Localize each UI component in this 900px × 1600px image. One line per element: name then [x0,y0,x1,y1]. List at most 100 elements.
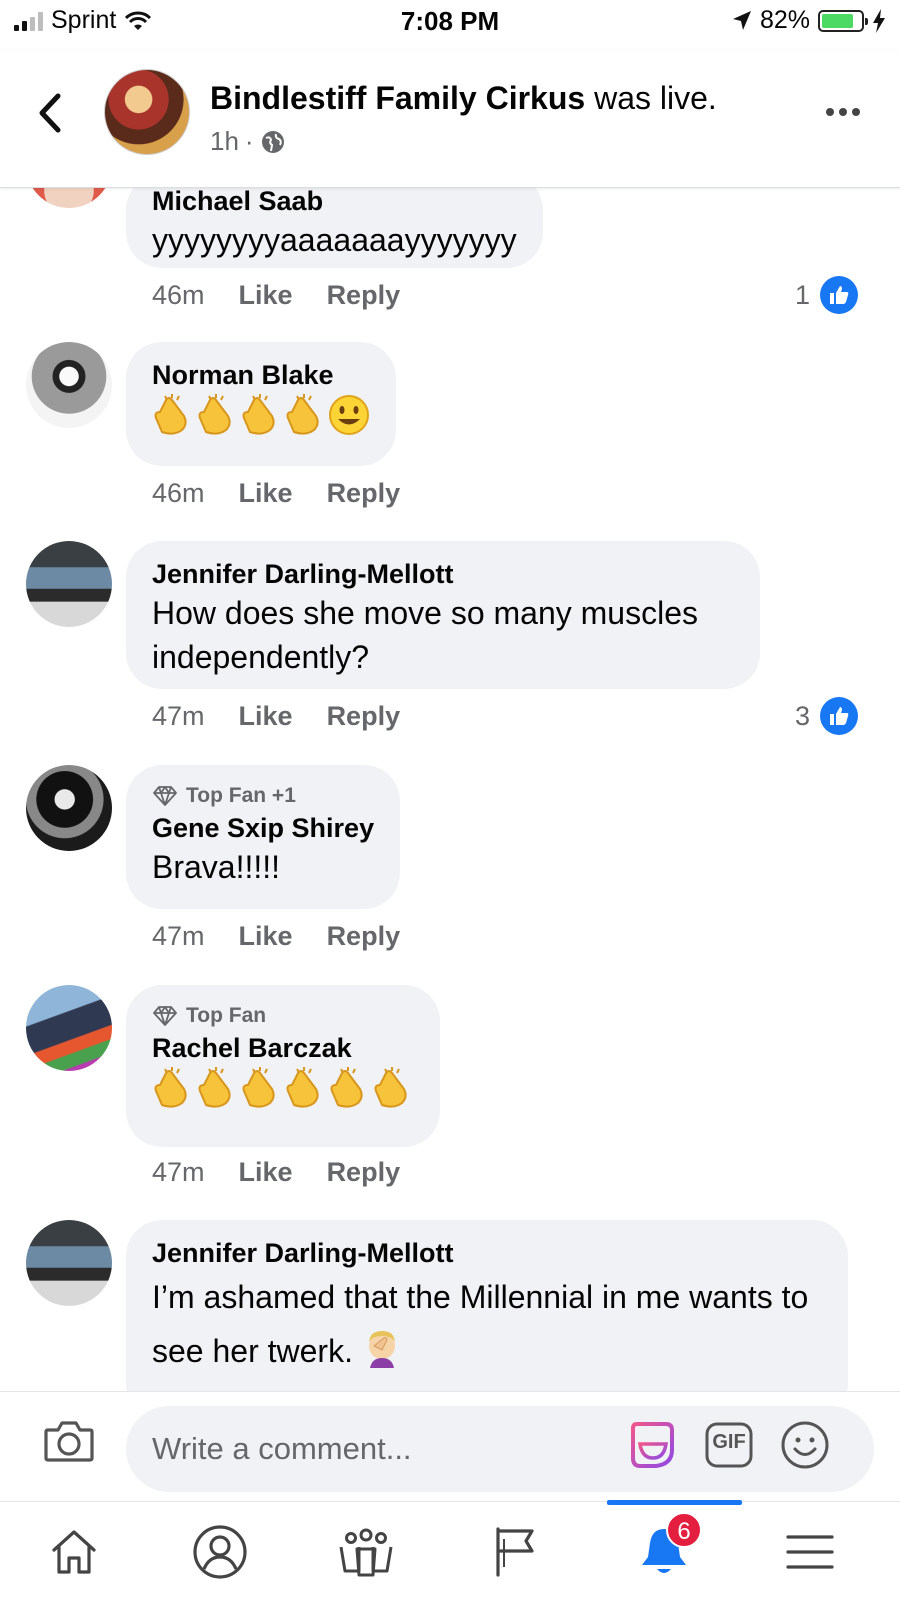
meta-separator: · [244,126,254,156]
like-button[interactable]: Like [239,1157,293,1188]
clapping-hands-icon [240,1065,282,1109]
comment-time[interactable]: 47m [152,1157,205,1188]
commenter-avatar[interactable] [26,765,112,851]
page-name-link[interactable]: Bindlestiff Family Cirkus [210,80,585,116]
comment-bubble[interactable]: Jennifer Darling-Mellott How does she mo… [126,541,760,689]
clapping-hands-icon [152,1065,194,1109]
commenter-name[interactable]: Rachel Barczak [152,1031,414,1065]
smiling-face-icon [328,392,370,436]
chevron-left-icon [39,93,61,133]
clapping-hands-icon [328,1065,370,1109]
reaction-count: 3 [794,700,810,731]
location-arrow-icon [732,10,751,30]
home-icon [52,1530,96,1574]
comment-text: I’m ashamed that the Millennial in me wa… [152,1279,809,1369]
tab-notifications[interactable]: 6 [632,1512,702,1584]
tab-groups[interactable] [334,1520,398,1584]
comment-input[interactable] [126,1406,874,1492]
commenter-avatar[interactable] [26,985,112,1071]
comment-time[interactable]: 46m [152,280,205,311]
like-button[interactable]: Like [239,921,293,952]
groups-icon [339,1528,393,1577]
comment-composer: GIF [0,1391,900,1492]
commenter-name[interactable]: Norman Blake [152,358,370,392]
top-fan-badge[interactable]: Top Fan [152,1001,414,1031]
post-time[interactable]: 1h [210,126,239,157]
reply-button[interactable]: Reply [327,478,401,509]
comment-bubble[interactable]: Norman Blake [126,342,396,466]
gif-label: GIF [712,1431,746,1453]
more-options-button[interactable] [826,100,866,124]
tab-menu[interactable] [778,1520,842,1584]
commenter-avatar[interactable] [26,541,112,627]
comment-bubble[interactable]: Top Fan Rachel Barczak [126,985,440,1147]
comment-text: yyyyyyyyaaaaaaayyyyyyy [152,222,517,258]
comment-time[interactable]: 47m [152,921,205,952]
like-button[interactable]: Like [239,701,293,732]
comment-actions: 47m Like Reply [152,1157,400,1188]
clapping-hands-icon [196,1065,238,1109]
status-right-group: 82% [732,6,886,35]
clapping-hands-icon [284,392,326,436]
like-reaction-icon [820,276,858,314]
reply-button[interactable]: Reply [327,280,401,311]
comment-actions: 47m Like Reply [152,921,400,952]
clapping-hands-icon [240,392,282,436]
badge-label: Top Fan [186,1004,267,1027]
face-palm-icon [368,1331,395,1368]
comment-actions: 46m Like Reply [152,478,400,509]
commenter-name[interactable]: Gene Sxip Shirey [152,811,374,845]
badge-label: Top Fan +1 [186,784,296,807]
back-button[interactable] [30,88,70,138]
tab-pages[interactable] [482,1520,546,1584]
commenter-name[interactable]: Jennifer Darling-Mellott [152,557,734,591]
page-avatar[interactable] [104,69,190,155]
reply-button[interactable]: Reply [327,701,401,732]
clapping-hands-icon [196,392,238,436]
reply-button[interactable]: Reply [327,1157,401,1188]
comment-bubble[interactable]: Michael Saab yyyyyyyyaaaaaaayyyyyyy [126,188,543,268]
gif-button[interactable]: GIF [704,1420,754,1470]
comment-bubble[interactable]: Top Fan +1 Gene Sxip Shirey Brava!!!!! [126,765,401,909]
emoji-row [152,1065,414,1113]
emoji-button[interactable] [780,1420,830,1470]
commenter-name[interactable]: Michael Saab [152,188,517,218]
hamburger-menu-icon [786,1535,834,1569]
commenter-avatar[interactable] [26,342,112,428]
comment-time[interactable]: 46m [152,478,205,509]
comment-text: How does she move so many muscles indepe… [152,595,698,675]
reply-button[interactable]: Reply [327,921,401,952]
commenter-name[interactable]: Jennifer Darling-Mellott [152,1236,822,1270]
like-button[interactable]: Like [239,280,293,311]
diamond-icon [153,786,177,806]
profile-icon [193,1525,247,1579]
like-button[interactable]: Like [239,478,293,509]
comment-actions: 47m Like Reply [152,701,400,732]
clapping-hands-icon [284,1065,326,1109]
comment-bubble[interactable]: Jennifer Darling-Mellott I’m ashamed tha… [126,1220,848,1391]
post-header: Bindlestiff Family Cirkus was live. 1h · [0,50,900,188]
commenter-avatar[interactable] [26,188,112,208]
camera-button[interactable] [42,1414,96,1468]
tab-profile[interactable] [188,1520,252,1584]
commenter-avatar[interactable] [26,1220,112,1306]
post-meta: 1h · [210,126,286,157]
charging-bolt-icon [873,8,885,33]
smiley-icon [781,1421,829,1469]
reaction-summary[interactable]: 1 [795,276,858,314]
emoji-row [152,392,370,440]
avatar-sticker-icon [631,1422,674,1468]
reaction-count: 1 [794,279,810,310]
diamond-icon [153,1006,177,1026]
notification-count-badge: 6 [666,1512,702,1548]
top-fan-badge[interactable]: Top Fan +1 [152,781,374,811]
post-title: Bindlestiff Family Cirkus was live. [210,80,717,117]
bottom-tab-bar: 6 [0,1500,900,1600]
tab-home[interactable] [42,1520,106,1584]
comment-actions: 46m Like Reply [152,280,400,311]
avatar-sticker-button[interactable] [628,1420,678,1470]
post-action-text: was live. [585,80,717,116]
reaction-summary[interactable]: 3 [795,697,858,735]
clapping-hands-icon [372,1065,414,1109]
comment-time[interactable]: 47m [152,701,205,732]
